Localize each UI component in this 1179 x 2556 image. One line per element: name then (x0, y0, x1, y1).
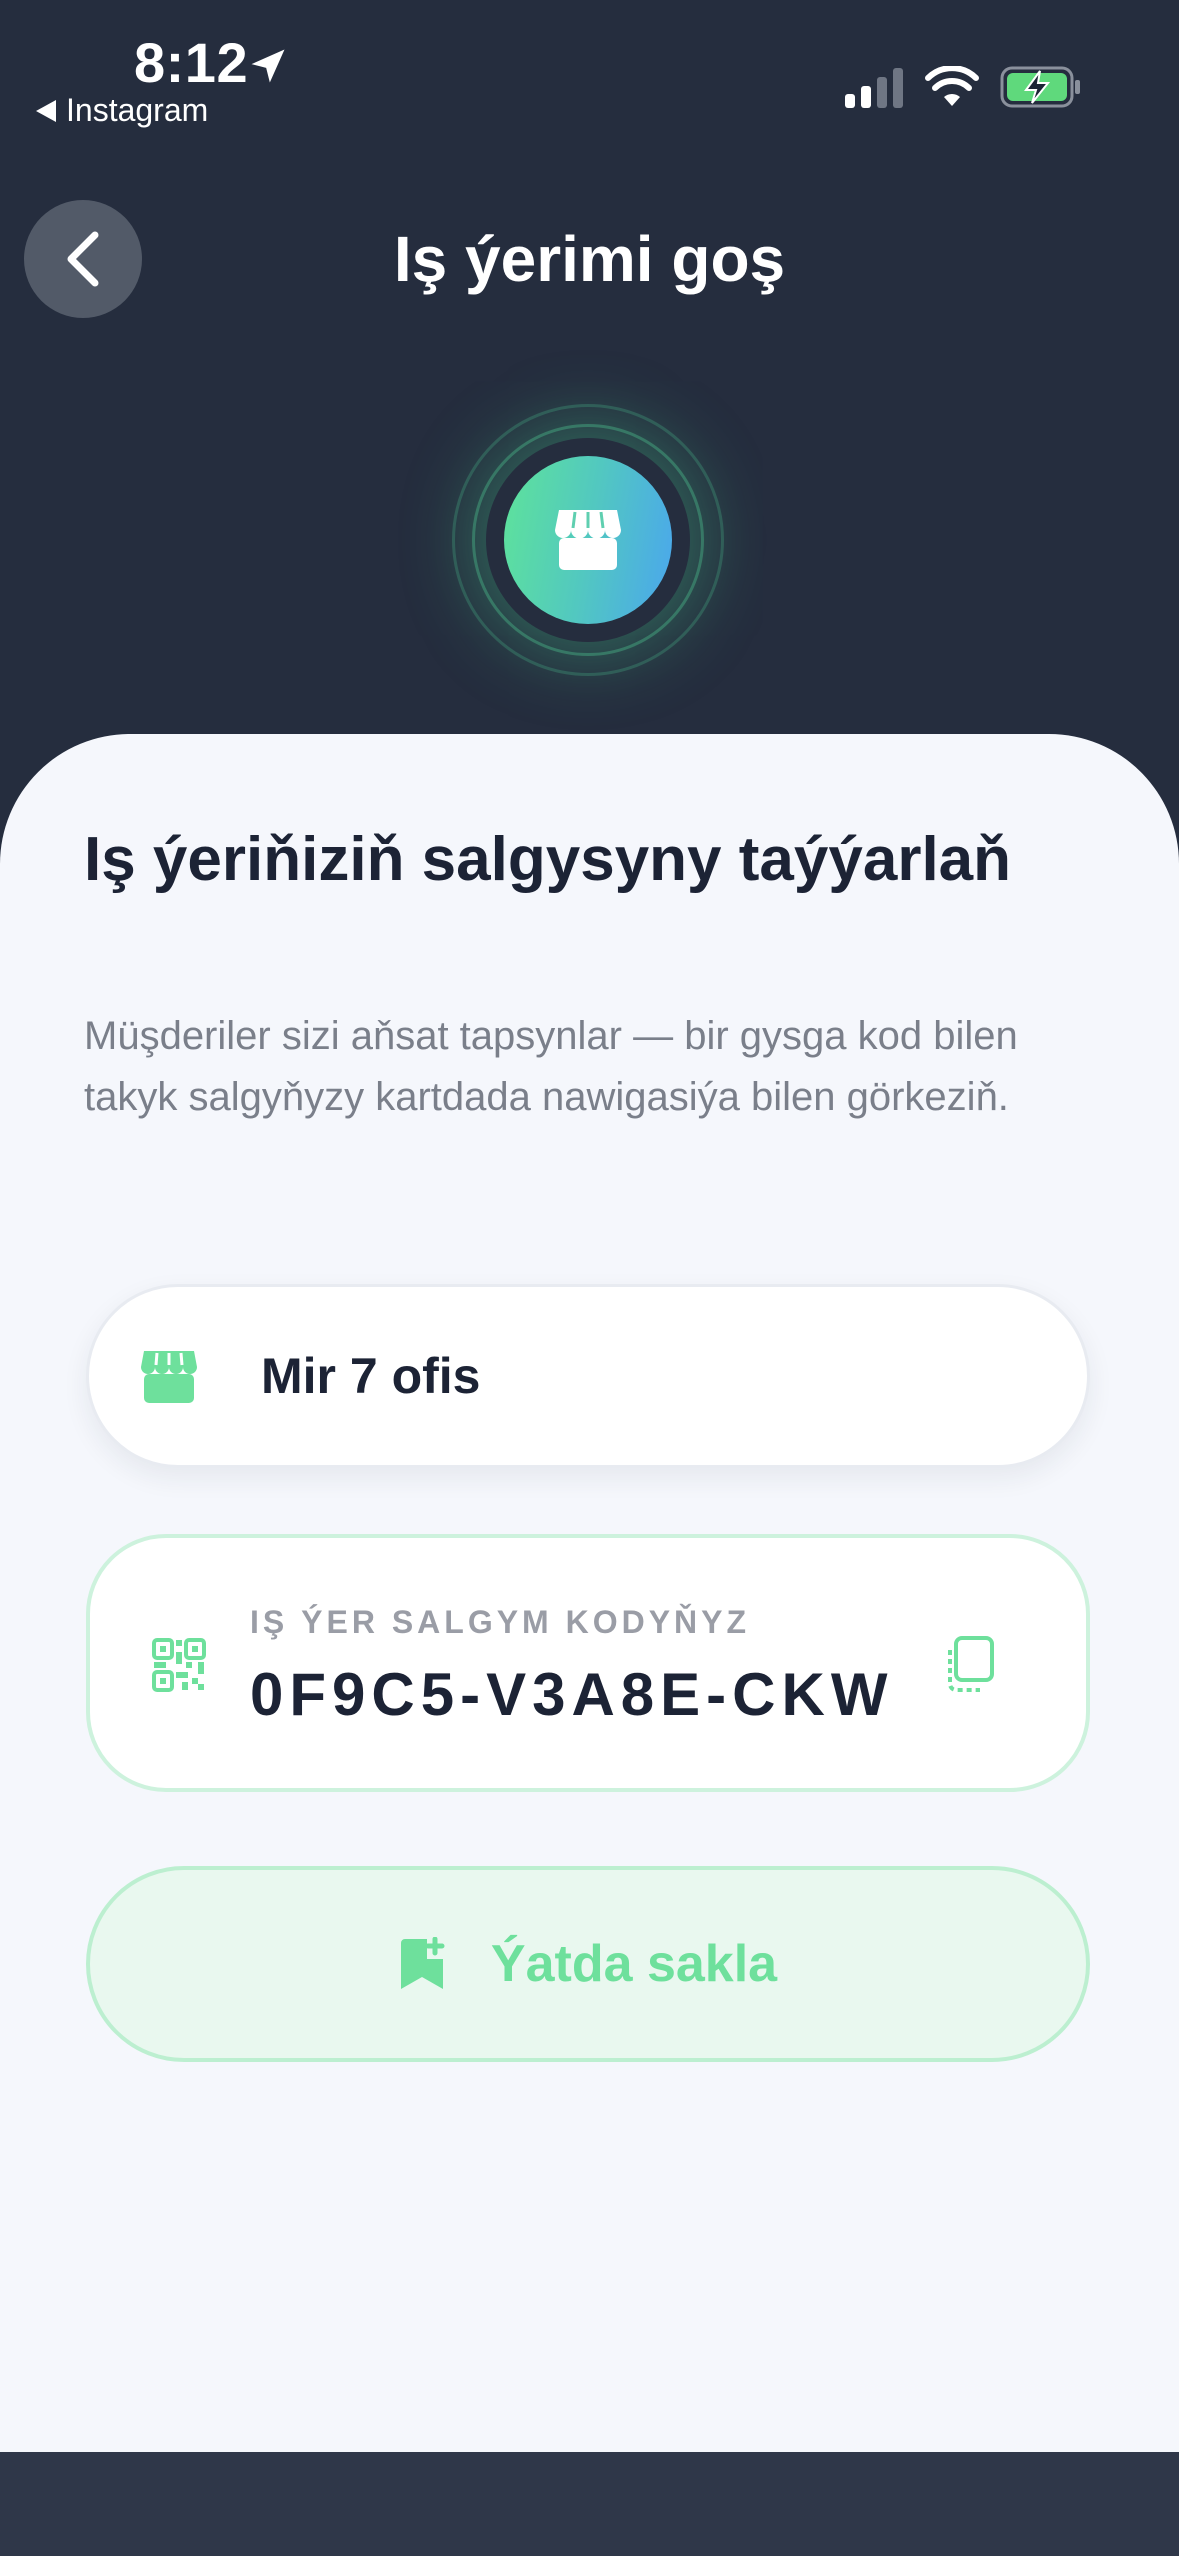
page-title: Iş ýerimi goş (393, 223, 786, 295)
qr-code-icon (152, 1638, 206, 1692)
code-value: 0F9C5-V3A8E-CKW (250, 1661, 894, 1728)
code-label: IŞ ÝER SALGYM KODYŇYZ (250, 1604, 751, 1640)
store-icon (555, 510, 621, 570)
hero-store-badge (452, 404, 724, 676)
status-time: 8:12 (134, 31, 249, 94)
store-icon (141, 1351, 197, 1403)
workplace-name-value: Mir 7 ofis (261, 1348, 481, 1404)
section-heading: Iş ýeriňiziň salgysyny taýýarlaň (84, 825, 1012, 894)
hero-disc (504, 456, 672, 624)
section-description: Müşderiler sizi aňsat tapsynlar — bir gy… (84, 1014, 1018, 1119)
save-button[interactable]: Ýatda sakla (86, 1866, 1090, 2062)
back-to-app-link[interactable]: Instagram (36, 92, 208, 129)
battery-charging-icon (1000, 66, 1080, 108)
wifi-icon (925, 66, 979, 106)
save-button-label: Ýatda sakla (490, 1935, 778, 1993)
back-triangle-icon (36, 99, 56, 122)
signal-icon (845, 68, 903, 108)
bookmark-add-icon (400, 1937, 445, 1989)
bottom-bar (0, 2452, 1179, 2556)
address-code-card: IŞ ÝER SALGYM KODYŇYZ 0F9C5-V3A8E-CKW (86, 1534, 1090, 1792)
workplace-name-field[interactable]: Mir 7 ofis (86, 1284, 1090, 1468)
copy-icon[interactable] (942, 1636, 994, 1692)
back-app-label: Instagram (66, 92, 209, 128)
location-arrow-icon (251, 49, 285, 83)
